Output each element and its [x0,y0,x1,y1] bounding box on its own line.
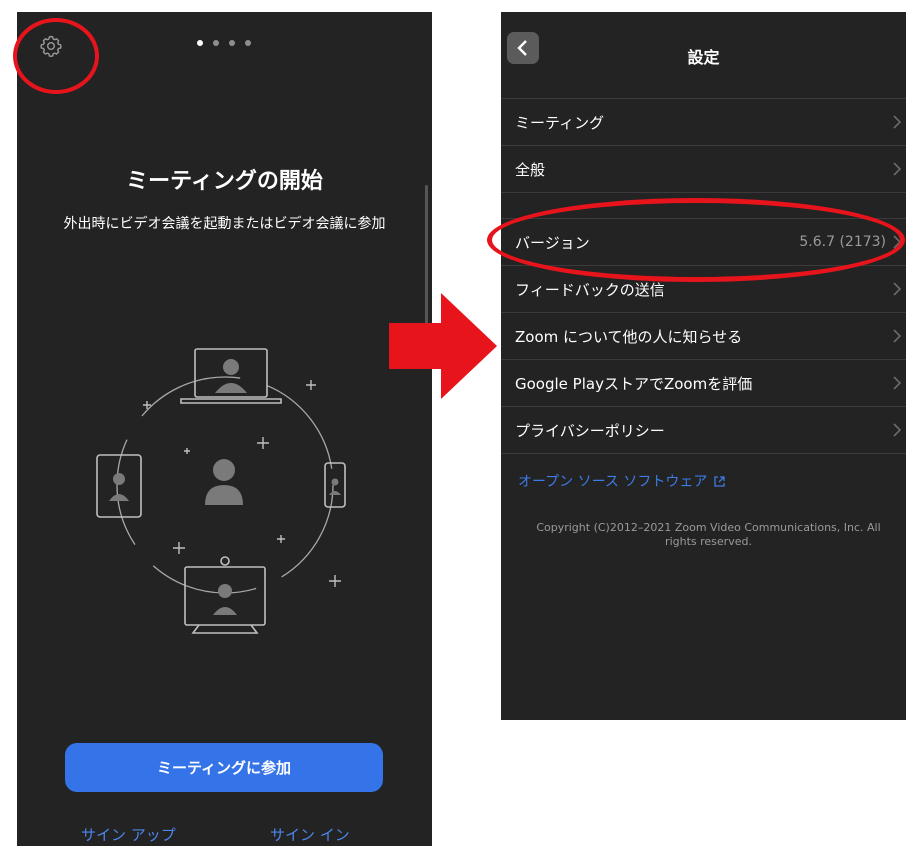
settings-row-rate[interactable]: Google PlayストアでZoomを評価 [501,360,906,407]
page-dot [213,40,219,46]
settings-title: 設定 [687,48,720,67]
chevron-right-icon [892,161,906,177]
page-dot [229,40,235,46]
page-indicator [197,40,251,46]
settings-row-privacy[interactable]: プライバシーポリシー [501,407,906,454]
highlight-circle-version [487,198,905,282]
sign-up-link[interactable]: サイン アップ [81,824,176,845]
settings-group-main: ミーティング 全般 [501,98,906,193]
page-dot [245,40,251,46]
page-dot [197,40,203,46]
row-label: 全般 [515,160,546,179]
home-screen: ミーティングの開始 外出時にビデオ会議を起動またはビデオ会議に参加 ミーティング… [17,12,432,846]
chevron-right-icon [892,328,906,344]
open-source-link[interactable]: オープン ソース ソフトウェア [518,471,726,491]
row-label: Google PlayストアでZoomを評価 [515,374,753,393]
row-label: フィードバックの送信 [515,280,665,299]
sign-in-link[interactable]: サイン イン [270,824,350,845]
open-source-label: オープン ソース ソフトウェア [518,474,708,490]
settings-row-general[interactable]: 全般 [501,146,906,193]
row-label: Zoom について他の人に知らせる [515,327,743,346]
join-meeting-button[interactable]: ミーティングに参加 [65,743,383,792]
settings-row-tell-others[interactable]: Zoom について他の人に知らせる [501,313,906,360]
chevron-right-icon [892,375,906,391]
external-link-icon [714,475,726,487]
chevron-right-icon [892,114,906,130]
copyright-text: Copyright (C)2012–2021 Zoom Video Commun… [536,521,881,548]
page-title: ミーティングの開始 [126,169,323,194]
settings-screen: 設定 ミーティング 全般 バージョン 5.6.7 (2173) フィードバックの… [501,12,906,720]
red-arrow [389,293,497,399]
chevron-right-icon [892,422,906,438]
meeting-illustration [96,348,346,634]
settings-row-meeting[interactable]: ミーティング [501,99,906,146]
row-label: ミーティング [515,113,605,132]
chevron-right-icon [892,281,906,297]
highlight-circle-gear [13,18,99,94]
page-subtitle: 外出時にビデオ会議を起動またはビデオ会議に参加 [63,216,386,232]
row-label: プライバシーポリシー [515,421,665,440]
